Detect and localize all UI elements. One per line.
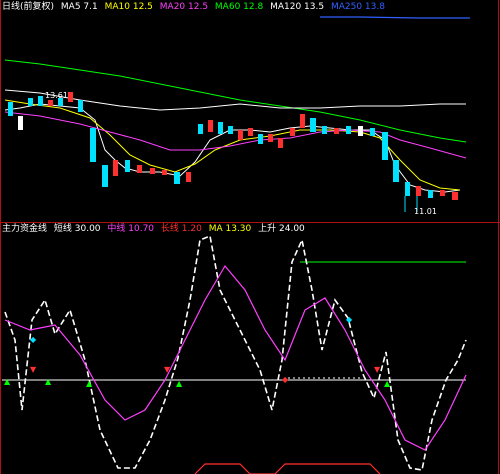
svg-text:▲: ▲	[4, 377, 11, 386]
ma5-line	[4, 103, 461, 193]
candlesticks	[8, 92, 458, 212]
svg-text:▲: ▲	[86, 379, 93, 388]
price-tag: 13.61	[45, 91, 68, 100]
svg-text:▼: ▼	[164, 365, 171, 374]
svg-text:▲: ▲	[384, 379, 391, 388]
chart-canvas[interactable]: 13.61 11.01 ▲ ▼ ▲ ▲ ▼ ▲ ◆ ▼ ▲ ◆ ◆	[0, 0, 500, 474]
low-tag: 11.01	[414, 207, 437, 216]
svg-text:▼: ▼	[30, 365, 37, 374]
short-line	[4, 234, 467, 471]
svg-text:▲: ▲	[176, 379, 183, 388]
ma250-line	[320, 16, 470, 19]
mid-line	[4, 264, 467, 451]
svg-text:◆: ◆	[30, 335, 37, 344]
ma20-line	[4, 111, 467, 159]
signal-markers: ▲ ▼ ▲ ▲ ▼ ▲ ◆ ▼ ▲ ◆ ◆	[4, 315, 391, 388]
svg-text:▼: ▼	[374, 365, 381, 374]
svg-text:◆: ◆	[282, 375, 289, 384]
svg-text:◆: ◆	[346, 315, 353, 324]
long-line	[194, 463, 381, 474]
svg-text:▲: ▲	[45, 377, 52, 386]
